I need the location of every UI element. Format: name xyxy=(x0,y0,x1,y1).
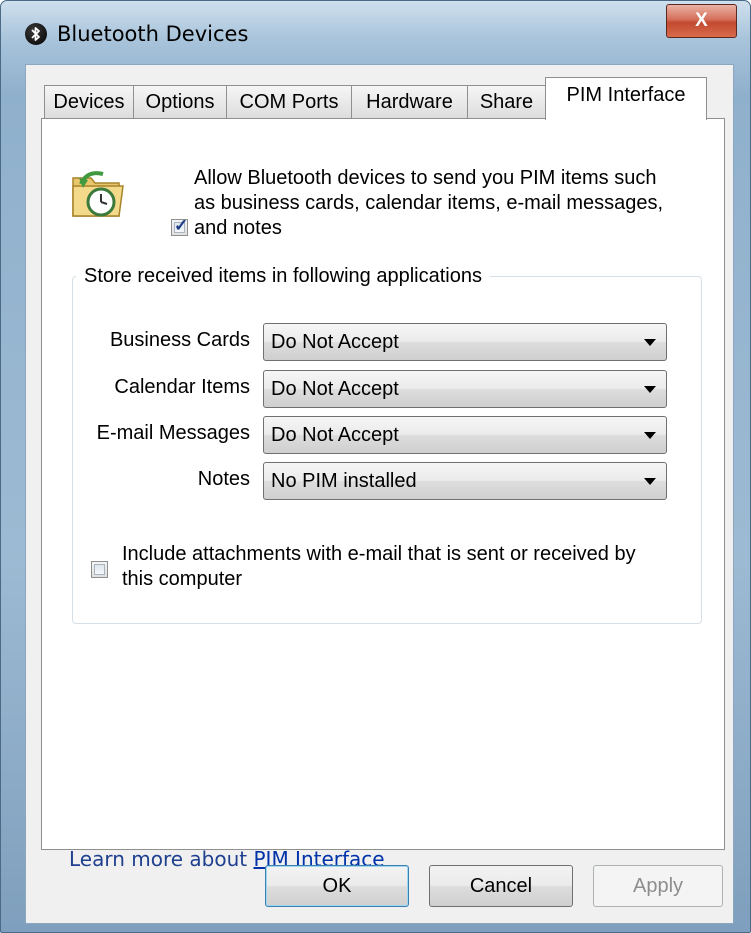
notes-dropdown[interactable]: No PIM installed xyxy=(263,462,667,500)
close-icon: X xyxy=(695,10,708,31)
include-attachments-label-line1: Include attachments with e-mail that is … xyxy=(122,543,636,565)
cancel-button[interactable]: Cancel xyxy=(429,865,573,907)
tab-hardware[interactable]: Hardware xyxy=(351,85,468,118)
chevron-down-icon xyxy=(644,339,656,346)
bluetooth-icon xyxy=(25,23,47,45)
notes-label: Notes xyxy=(197,468,250,490)
include-attachments-checkbox[interactable] xyxy=(91,561,108,578)
business-cards-label: Business Cards xyxy=(109,329,250,351)
window-title: Bluetooth Devices xyxy=(57,22,249,46)
chevron-down-icon xyxy=(644,432,656,439)
pim-interface-panel: ✓ Allow Bluetooth devices to send you PI… xyxy=(41,118,725,871)
allow-pim-label-line2: as business cards, calendar items, e-mai… xyxy=(194,192,664,214)
close-button[interactable]: X xyxy=(666,4,737,38)
chevron-down-icon xyxy=(644,386,656,393)
tab-options[interactable]: Options xyxy=(133,85,227,118)
calendar-items-label: Calendar Items xyxy=(114,376,250,398)
allow-pim-label-line3: and notes xyxy=(194,217,282,239)
tab-share[interactable]: Share xyxy=(467,85,546,118)
pim-folder-clock-icon xyxy=(72,171,124,217)
dialog-client-area: Devices Options COM Ports Hardware Share… xyxy=(25,64,734,924)
ok-button[interactable]: OK xyxy=(265,865,409,907)
dialog-window: Bluetooth Devices X Devices Options COM … xyxy=(0,0,751,933)
tab-devices[interactable]: Devices xyxy=(44,85,134,118)
apply-button[interactable]: Apply xyxy=(593,865,723,907)
tab-pim-interface[interactable]: PIM Interface xyxy=(545,77,707,120)
email-messages-dropdown[interactable]: Do Not Accept xyxy=(263,416,667,454)
include-attachments-label-line2: this computer xyxy=(122,568,243,590)
allow-pim-checkbox[interactable]: ✓ xyxy=(171,216,189,236)
chevron-down-icon xyxy=(644,478,656,485)
title-bar[interactable]: Bluetooth Devices X xyxy=(1,1,750,63)
business-cards-dropdown[interactable]: Do Not Accept xyxy=(263,323,667,361)
allow-pim-label-line1: Allow Bluetooth devices to send you PIM … xyxy=(194,167,657,189)
store-items-group-title: Store received items in following applic… xyxy=(76,265,490,288)
email-messages-label: E-mail Messages xyxy=(96,422,250,444)
calendar-items-dropdown[interactable]: Do Not Accept xyxy=(263,370,667,408)
checkmark-icon: ✓ xyxy=(174,216,189,235)
tab-com-ports[interactable]: COM Ports xyxy=(226,85,352,118)
